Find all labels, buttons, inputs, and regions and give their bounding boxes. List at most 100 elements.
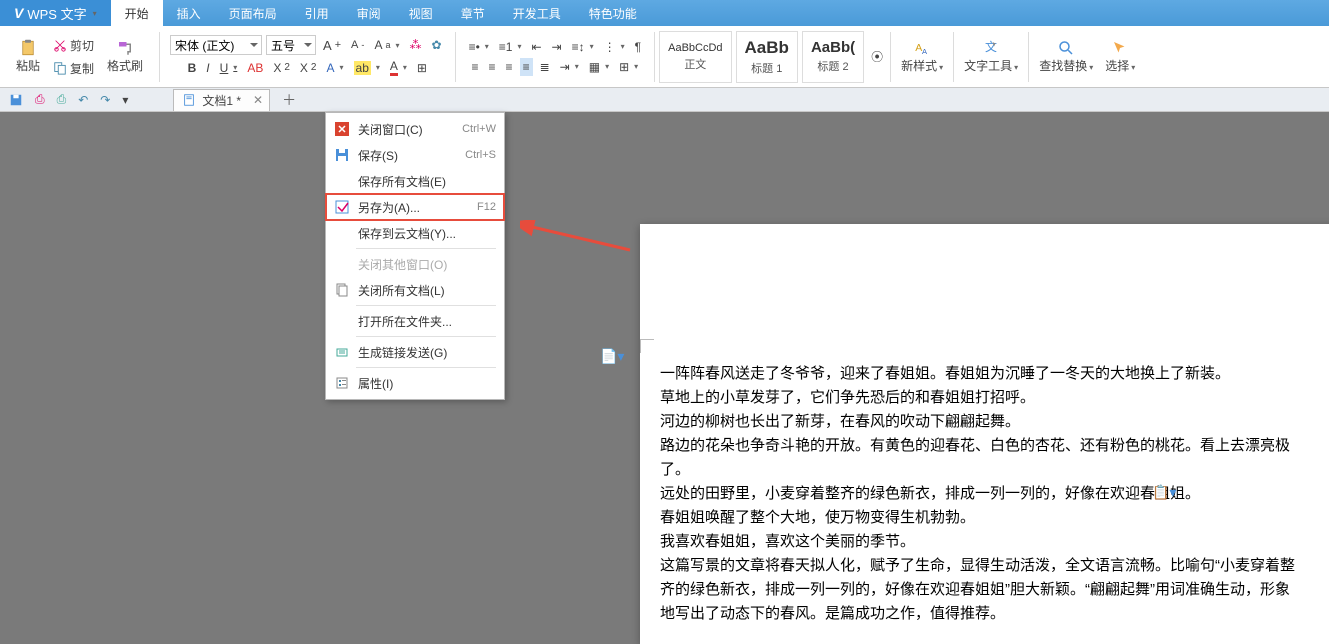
font-family-combo[interactable]: 宋体 (正文) [170, 35, 262, 55]
tab-context-menu: 关闭窗口(C) Ctrl+W 保存(S) Ctrl+S 保存所有文档(E) 另存… [325, 112, 505, 400]
format-painter-button[interactable]: 格式刷 [101, 37, 149, 76]
align-left-button[interactable]: ≡ [469, 58, 482, 76]
find-replace-button[interactable]: 查找替换▾ [1033, 37, 1099, 76]
separator [356, 305, 496, 306]
indent-inc-button[interactable]: ⇥ [549, 38, 565, 56]
shrink-font-button[interactable]: A- [348, 37, 367, 53]
bullets-button[interactable]: ≡•▾ [466, 38, 492, 56]
menu-tab-devtools[interactable]: 开发工具 [499, 0, 575, 26]
ctx-close-all[interactable]: 关闭所有文档(L) [326, 277, 504, 303]
ctx-properties[interactable]: 属性(I) [326, 370, 504, 396]
menu-tab-layout[interactable]: 页面布局 [215, 0, 291, 26]
font-size-combo[interactable]: 五号 [266, 35, 316, 55]
underline-button[interactable]: U▾ [217, 59, 241, 77]
numbering-button[interactable]: ≡1▾ [496, 38, 525, 56]
menu-tab-chapter[interactable]: 章节 [447, 0, 499, 26]
annotation-arrow-icon [520, 220, 640, 270]
menu-tab-start[interactable]: 开始 [111, 0, 163, 26]
phonetic-button[interactable]: ✿ [429, 36, 445, 54]
menu-tab-reference[interactable]: 引用 [291, 0, 343, 26]
qat-more-icon[interactable]: ▾ [119, 91, 131, 109]
save-icon [334, 147, 350, 163]
cut-button[interactable]: 剪切 [50, 35, 97, 56]
document-tab[interactable]: 文档1 * ✕ [173, 89, 270, 111]
paragraph[interactable]: 路边的花朵也争奇斗艳的开放。有黄色的迎春花、白色的杏花、还有粉色的桃花。看上去漂… [660, 434, 1300, 482]
italic-button[interactable]: I [203, 59, 212, 77]
align-justify-button[interactable]: ≡ [520, 58, 533, 76]
qat-preview-icon[interactable]: ⎙ [54, 90, 70, 109]
shading-button[interactable]: ▦▾ [586, 58, 612, 76]
paste-button[interactable]: 粘贴 [10, 37, 46, 76]
paragraph-group: ≡•▾ ≡1▾ ⇤ ⇥ ≡↕▾ ⋮▾ ¶ ≡ ≡ ≡ ≡ ≣ ⇥▾ ▦▾ ⊞▾ [460, 38, 651, 76]
distribute-button[interactable]: ≣ [537, 58, 553, 76]
paragraph[interactable]: 春姐姐唤醒了整个大地，使万物变得生机勃勃。 [660, 506, 1300, 530]
select-button[interactable]: 选择▾ [1099, 37, 1141, 76]
ctx-save-as[interactable]: 另存为(A)... F12 [326, 194, 504, 220]
copy-button[interactable]: 复制 [50, 58, 97, 79]
new-tab-button[interactable]: ＋ [276, 90, 302, 110]
sort-button[interactable]: ⋮▾ [601, 38, 628, 56]
paste-options-icon[interactable]: 📋▾ [1152, 484, 1176, 501]
ctx-save-all[interactable]: 保存所有文档(E) [326, 168, 504, 194]
new-style-button[interactable]: AA 新样式▾ [895, 37, 949, 76]
indent-button[interactable]: ⇥▾ [557, 58, 582, 76]
style-heading1[interactable]: AaBb 标题 1 [736, 31, 798, 83]
font-color-button[interactable]: A▾ [387, 57, 410, 78]
paragraph[interactable]: 一阵阵春风送走了冬爷爷，迎来了春姐姐。春姐姐为沉睡了一冬天的大地换上了新装。 [660, 362, 1300, 386]
styles-gallery[interactable]: AaBbCcDd 正文 AaBb 标题 1 AaBb( 标题 2 ⦿ [659, 31, 886, 83]
menu-bar: V WPS 文字 ▾ 开始 插入 页面布局 引用 审阅 视图 章节 开发工具 特… [0, 0, 1329, 26]
clipboard-group: 粘贴 剪切 复制 格式刷 [4, 35, 155, 79]
close-tab-icon[interactable]: ✕ [253, 93, 263, 107]
qat-print-icon[interactable]: ⎙ [32, 90, 48, 109]
text-tools-button[interactable]: 文 文字工具▾ [958, 37, 1024, 76]
highlight-button[interactable]: ab▾ [351, 59, 383, 77]
styles-more-button[interactable]: ⦿ [868, 46, 886, 67]
ctx-open-folder[interactable]: 打开所在文件夹... [326, 308, 504, 334]
line-spacing-button[interactable]: ≡↕▾ [569, 38, 597, 56]
text-effect-button[interactable]: A▾ [323, 59, 346, 77]
ctx-save[interactable]: 保存(S) Ctrl+S [326, 142, 504, 168]
menu-tab-view[interactable]: 视图 [395, 0, 447, 26]
ctx-close-others: 关闭其他窗口(O) [326, 251, 504, 277]
char-border-button[interactable]: ⊞ [414, 59, 430, 77]
separator [356, 248, 496, 249]
align-right-button[interactable]: ≡ [503, 58, 516, 76]
subscript-button[interactable]: X2 [297, 59, 320, 77]
clear-format-button[interactable]: ⁂ [407, 36, 425, 54]
ctx-close-window[interactable]: 关闭窗口(C) Ctrl+W [326, 116, 504, 142]
qat-redo-icon[interactable]: ↷ [97, 91, 113, 109]
document-page[interactable]: 一阵阵春风送走了冬爷爷，迎来了春姐姐。春姐姐为沉睡了一冬天的大地换上了新装。 草… [640, 224, 1329, 644]
svg-text:A: A [915, 42, 922, 54]
app-badge: V WPS 文字 ▾ [0, 0, 111, 26]
change-case-button[interactable]: Aa▾ [371, 36, 402, 54]
paragraph[interactable]: 远处的田野里，小麦穿着整齐的绿色新衣，排成一列一列的，好像在欢迎春姐姐。 [660, 482, 1300, 506]
strikeout-button[interactable]: AB [244, 59, 266, 77]
app-name: WPS 文字 [27, 4, 86, 23]
grow-font-button[interactable]: A+ [320, 36, 344, 55]
paragraph[interactable]: 这篇写景的文章将春天拟人化，赋予了生命，显得生动活泼，全文语言流畅。比喻句“小麦… [660, 554, 1300, 626]
paragraph[interactable]: 草地上的小草发芽了，它们争先恐后的和春姐姐打招呼。 [660, 386, 1300, 410]
menu-tab-insert[interactable]: 插入 [163, 0, 215, 26]
menu-tab-special[interactable]: 特色功能 [575, 0, 651, 26]
paragraph[interactable]: 河边的柳树也长出了新芽，在春风的吹动下翩翩起舞。 [660, 410, 1300, 434]
align-center-button[interactable]: ≡ [486, 58, 499, 76]
superscript-button[interactable]: X2 [270, 59, 293, 77]
style-normal[interactable]: AaBbCcDd 正文 [659, 31, 731, 83]
document-body[interactable]: 一阵阵春风送走了冬爷爷，迎来了春姐姐。春姐姐为沉睡了一冬天的大地换上了新装。 草… [660, 362, 1300, 626]
indent-dec-button[interactable]: ⇤ [528, 38, 544, 56]
separator [356, 367, 496, 368]
ctx-save-cloud[interactable]: 保存到云文档(Y)... [326, 220, 504, 246]
app-menu-caret-icon[interactable]: ▾ [93, 9, 97, 18]
qat-undo-icon[interactable]: ↶ [75, 91, 91, 109]
paste-options-icon[interactable]: 📄▾ [600, 348, 624, 365]
qat-save-icon[interactable] [6, 91, 26, 109]
bold-button[interactable]: B [185, 59, 200, 77]
style-heading2[interactable]: AaBb( 标题 2 [802, 31, 864, 83]
closeall-icon [334, 282, 350, 298]
show-marks-button[interactable]: ¶ [632, 38, 644, 56]
link-icon [334, 344, 350, 360]
ctx-gen-link[interactable]: 生成链接发送(G) [326, 339, 504, 365]
paragraph[interactable]: 我喜欢春姐姐，喜欢这个美丽的季节。 [660, 530, 1300, 554]
borders-button[interactable]: ⊞▾ [616, 58, 641, 76]
menu-tab-review[interactable]: 审阅 [343, 0, 395, 26]
